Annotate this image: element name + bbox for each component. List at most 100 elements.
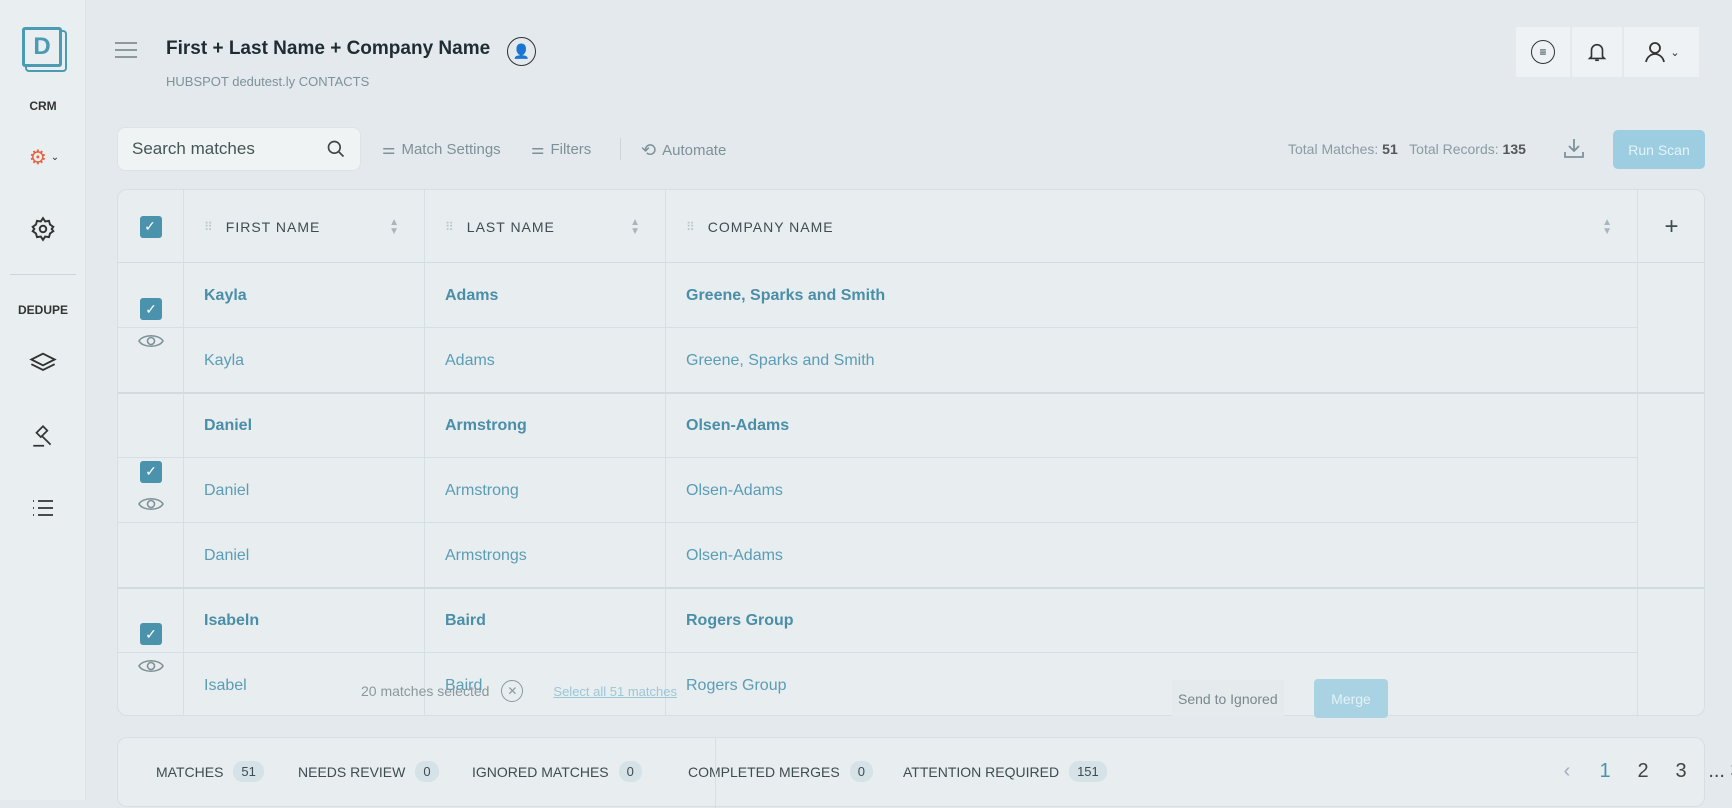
match-settings-label: Match Settings: [401, 140, 501, 158]
owner-icon[interactable]: 👤: [507, 37, 536, 66]
table-row[interactable]: Isabel Baird Rogers Group: [118, 653, 1638, 715]
company-name-cell: Rogers Group: [666, 653, 1638, 715]
filters-button[interactable]: ⚌ Filters: [531, 140, 591, 159]
eye-icon[interactable]: [138, 495, 164, 513]
last-name-cell: Armstrong: [425, 393, 666, 458]
automate-button[interactable]: ⟲ Automate: [641, 140, 726, 161]
page-subtitle: HUBSPOT dedutest.ly CONTACTS: [166, 74, 370, 89]
search-input[interactable]: [132, 139, 312, 159]
first-name-cell: Daniel: [184, 523, 425, 588]
drag-handle-icon[interactable]: ⠿: [204, 220, 213, 234]
eye-icon[interactable]: [138, 657, 164, 675]
run-scan-button[interactable]: Run Scan: [1613, 130, 1705, 169]
dedupe-label: DEDUPE: [17, 303, 68, 317]
first-name-cell: Kayla: [184, 328, 425, 393]
prev-page-icon[interactable]: ‹: [1548, 760, 1586, 783]
footer-tab-attention-required[interactable]: ATTENTION REQUIRED 151: [903, 761, 1107, 782]
filter-icon: ⚌: [531, 141, 545, 158]
table-row-primary[interactable]: Daniel Armstrong Olsen-Adams: [118, 393, 1638, 458]
sidebar: D CRM ⚙ ⌄ DEDUPE: [0, 0, 86, 800]
count-badge: 0: [618, 761, 642, 782]
toolbar-divider: [620, 138, 621, 160]
menu-icon[interactable]: [115, 42, 137, 58]
list-icon[interactable]: [28, 493, 58, 523]
match-settings-button[interactable]: ⚌ Match Settings: [382, 140, 501, 159]
user-menu-button[interactable]: ⌄: [1624, 27, 1699, 77]
crm-selector[interactable]: ⚙ ⌄: [22, 142, 66, 172]
notifications-button[interactable]: [1572, 27, 1622, 77]
count-badge: 51: [233, 761, 264, 782]
tab-label: NEEDS REVIEW: [298, 763, 406, 780]
sort-icon[interactable]: ▲ ▼: [389, 217, 400, 236]
page-1[interactable]: 1: [1586, 760, 1624, 783]
footer-tabs: MATCHES 51 NEEDS REVIEW 0 IGNORED MATCHES 0 CO…: [117, 737, 1732, 808]
group-controls: ✓: [138, 460, 164, 513]
hubspot-icon: ⚙: [28, 146, 47, 169]
eye-icon[interactable]: [138, 332, 164, 350]
sidebar-divider: [10, 274, 76, 275]
send-to-ignored-button[interactable]: Send to Ignored: [1172, 680, 1284, 718]
gavel-icon[interactable]: [28, 421, 58, 451]
tab-label: ATTENTION REQUIRED: [903, 763, 1060, 780]
company-name-cell: Greene, Sparks and Smith: [666, 263, 1638, 328]
page-last[interactable]: ... 3: [1700, 760, 1732, 783]
plus-icon: +: [1664, 212, 1680, 240]
user-icon: [1645, 42, 1666, 63]
automate-icon: ⟲: [641, 140, 657, 160]
tab-label: COMPLETED MERGES: [688, 763, 840, 780]
footer-tab-matches[interactable]: MATCHES 51: [156, 761, 264, 782]
add-column-button[interactable]: +: [1638, 190, 1704, 263]
drag-handle-icon[interactable]: ⠿: [445, 220, 454, 234]
group-checkbox[interactable]: ✓: [140, 298, 162, 320]
footer-tab-needs-review[interactable]: NEEDS REVIEW 0: [298, 761, 439, 782]
last-name-cell: Armstrong: [425, 458, 666, 523]
page-3[interactable]: 3: [1662, 760, 1700, 783]
table-row[interactable]: Kayla Adams Greene, Sparks and Smith: [118, 328, 1638, 393]
totals: Total Matches: 51 Total Records: 135: [1288, 141, 1526, 157]
sort-icon[interactable]: ▲ ▼: [1602, 217, 1613, 236]
chevron-down-icon: ⌄: [1670, 46, 1680, 59]
tab-label: MATCHES: [156, 763, 224, 780]
drag-handle-icon[interactable]: ⠿: [686, 220, 695, 234]
sort-icon[interactable]: ▲ ▼: [630, 217, 641, 236]
page-title: First + Last Name + Company Name: [166, 38, 491, 59]
row-control-cell: [118, 523, 184, 588]
layers-icon[interactable]: [28, 348, 58, 378]
footer-divider: [715, 738, 716, 808]
column-header-last-name[interactable]: ⠿ LAST NAME ▲ ▼: [425, 190, 666, 263]
first-name-cell: Kayla: [184, 263, 425, 328]
merge-button[interactable]: Merge: [1314, 679, 1388, 718]
table-row[interactable]: Daniel Armstrongs Olsen-Adams: [118, 523, 1638, 588]
select-all-link[interactable]: Select all 51 matches: [553, 684, 677, 699]
chat-icon: ≡: [1531, 40, 1555, 64]
group-checkbox[interactable]: ✓: [140, 460, 162, 483]
footer-tab-ignored-matches[interactable]: IGNORED MATCHES 0: [472, 761, 642, 782]
company-name-cell: Olsen-Adams: [666, 458, 1638, 523]
automate-label: Automate: [662, 142, 727, 159]
matches-table: ✓ ⠿ FIRST NAME ▲ ▼ ⠿ LAST NAME ▲ ▼ ⠿ COMPANY NA…: [117, 189, 1705, 716]
last-name-cell: Adams: [425, 263, 666, 328]
pagination: ‹ 1 2 3 ... 3 ›: [1548, 754, 1732, 788]
table-row[interactable]: Daniel Armstrong Olsen-Adams: [118, 458, 1638, 523]
company-name-cell: Olsen-Adams: [666, 523, 1638, 588]
chat-button[interactable]: ≡: [1516, 27, 1570, 77]
app-logo: D: [22, 27, 62, 67]
download-icon[interactable]: [1562, 136, 1586, 165]
table-row-primary[interactable]: Isabeln Baird Rogers Group: [118, 588, 1638, 653]
column-header-company-name[interactable]: ⠿ COMPANY NAME ▲ ▼: [666, 190, 1638, 263]
clear-selection-icon[interactable]: ✕: [501, 680, 524, 702]
page-2[interactable]: 2: [1624, 760, 1662, 783]
settings-icon[interactable]: [28, 214, 58, 244]
company-name-cell: Olsen-Adams: [666, 393, 1638, 458]
first-name-cell: Daniel: [184, 458, 425, 523]
group-checkbox[interactable]: ✓: [140, 623, 162, 645]
column-header-first-name[interactable]: ⠿ FIRST NAME ▲ ▼: [184, 190, 425, 263]
select-all-checkbox[interactable]: ✓: [139, 215, 162, 238]
sliders-icon: ⚌: [382, 141, 396, 158]
table-row-primary[interactable]: Kayla Adams Greene, Sparks and Smith: [118, 263, 1638, 328]
bell-icon: [1587, 43, 1607, 62]
chevron-down-icon: ⌄: [50, 151, 60, 163]
selection-bar: 20 matches selected ✕ Select all 51 matc…: [361, 680, 677, 702]
search-icon[interactable]: [326, 139, 346, 159]
search-box[interactable]: [117, 127, 361, 171]
